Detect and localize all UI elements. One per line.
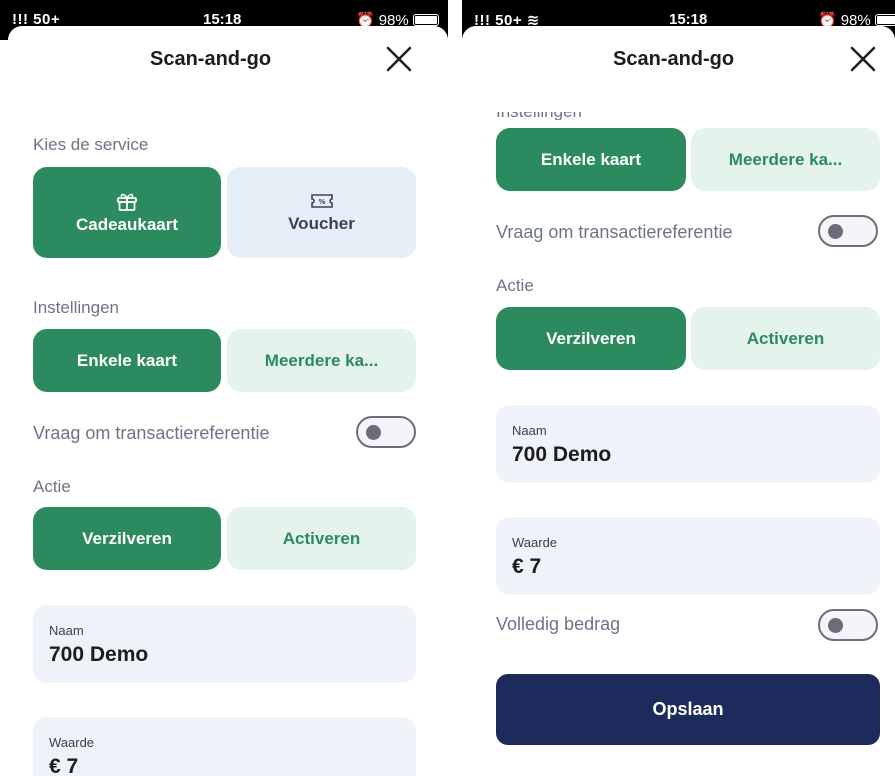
service-option-cadeaukaart[interactable]: Cadeaukaart [33,167,221,258]
settings-label: Instellingen [33,298,120,317]
save-button[interactable]: Opslaan [496,674,880,745]
transaction-ref-label: Vraag om transactiereferentie [496,222,733,242]
name-field-label: Naam [512,423,547,438]
settings-option-single-card[interactable]: Enkele kaart [496,128,686,191]
transaction-ref-toggle[interactable] [356,416,416,448]
action-label: Actie [496,276,534,295]
battery-icon [412,14,439,26]
name-field[interactable]: Naam 700 Demo [33,605,416,683]
svg-text:%: % [318,198,325,206]
service-label: Kies de service [33,135,149,154]
gift-icon [117,193,137,211]
service-option-voucher[interactable]: % Voucher [227,167,416,258]
action-label: Actie [33,477,71,496]
settings-option-single-card[interactable]: Enkele kaart [33,329,221,392]
battery-icon [874,14,895,26]
full-amount-label: Volledig bedrag [496,614,621,634]
settings-option-multiple-cards[interactable]: Meerdere ka... [227,329,416,392]
value-field-value: € 7 [49,755,79,776]
settings-label-scrolled: Instellingen [496,112,582,120]
phone-screen-right: !!! 50+ ≋ 15:18 ⏰ 98% Scan-and-go Instel… [462,0,895,776]
name-field-value: 700 Demo [512,443,612,466]
value-field-label: Waarde [512,535,558,550]
close-icon[interactable] [384,44,414,74]
name-field-value: 700 Demo [49,643,149,666]
action-option-activate[interactable]: Activeren [227,507,416,570]
toggle-knob [366,425,381,440]
page-title: Scan-and-go [613,48,735,70]
close-icon[interactable] [848,44,878,74]
phone-screen-left: !!! 50+ 15:18 ⏰ 98% Scan-and-go Kies de … [0,0,448,776]
name-field-label: Naam [49,623,84,638]
settings-option-multiple-cards[interactable]: Meerdere ka... [691,128,880,191]
toggle-knob [828,224,843,239]
value-field[interactable]: Waarde € 7 [496,517,880,595]
transaction-ref-toggle[interactable] [818,215,878,247]
value-field-label: Waarde [49,735,95,750]
value-field-value: € 7 [512,555,542,578]
page-title: Scan-and-go [150,48,272,70]
action-option-redeem[interactable]: Verzilveren [33,507,221,570]
name-field[interactable]: Naam 700 Demo [496,405,880,483]
action-option-redeem[interactable]: Verzilveren [496,307,686,370]
toggle-knob [828,618,843,633]
voucher-icon: % [310,193,333,208]
action-option-activate[interactable]: Activeren [691,307,880,370]
full-amount-toggle[interactable] [818,609,878,641]
transaction-ref-label: Vraag om transactiereferentie [33,423,270,443]
value-field[interactable]: Waarde € 7 [33,717,416,776]
